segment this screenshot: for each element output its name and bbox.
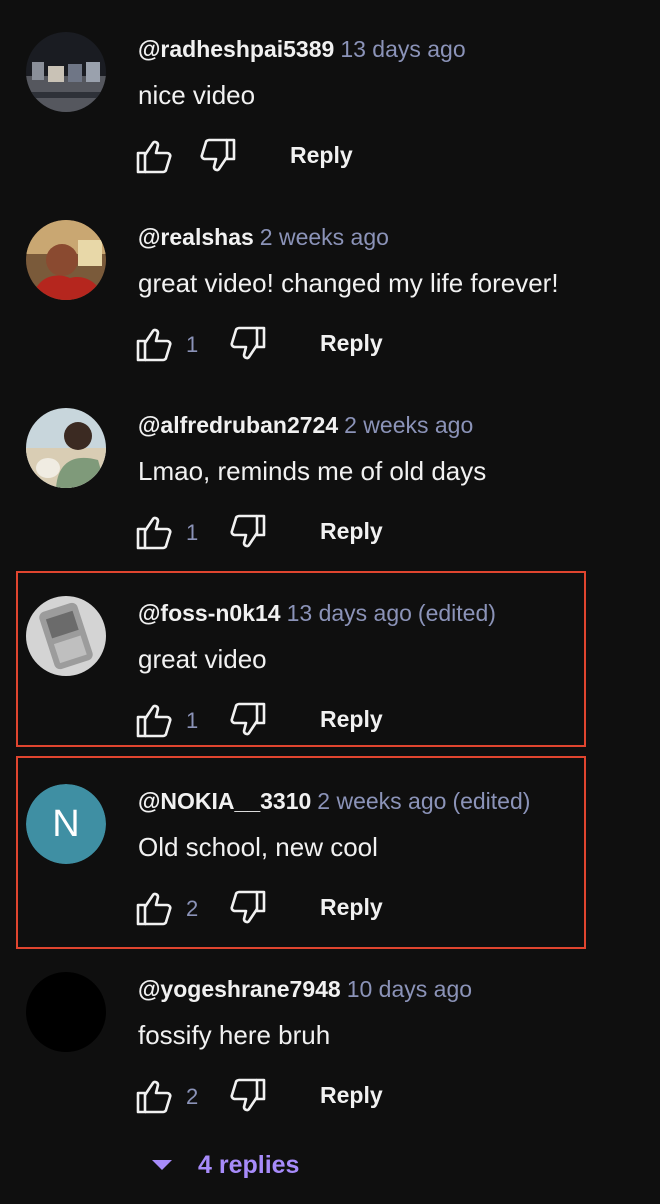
like-button[interactable] <box>134 324 174 364</box>
like-count: 1 <box>186 332 199 357</box>
comment-actions: 1 Reply <box>134 324 614 364</box>
thumbs-up-icon <box>136 140 172 174</box>
comment-actions: 2 Reply <box>134 1076 614 1116</box>
comment-author[interactable]: @realshas <box>138 224 254 250</box>
comment-text: nice video <box>138 80 256 110</box>
highlight-box <box>16 756 586 949</box>
comment-time[interactable]: 2 weeks ago <box>260 224 389 250</box>
comment-text: great video! changed my life forever! <box>138 268 559 298</box>
comment-text: fossify here bruh <box>138 1020 331 1050</box>
comment-item: @yogeshrane7948 10 days ago fossify here … <box>0 940 660 1128</box>
like-button[interactable] <box>134 512 174 552</box>
comment-author[interactable]: @radheshpai5389 <box>138 36 334 62</box>
caret-down-icon <box>152 1160 172 1170</box>
comment-text: Lmao, reminds me of old days <box>138 456 487 486</box>
comment-time[interactable]: 10 days ago <box>347 976 472 1002</box>
avatar[interactable] <box>26 408 106 488</box>
thumbs-down-icon <box>200 138 236 172</box>
thumbs-up-icon <box>136 328 172 362</box>
highlight-box <box>16 571 586 747</box>
comment-time[interactable]: 2 weeks ago <box>344 412 473 438</box>
thumbs-up-icon <box>136 1080 172 1114</box>
comment-author[interactable]: @alfredruban2724 <box>138 412 338 438</box>
dislike-button[interactable] <box>228 324 268 364</box>
thumbs-down-icon <box>230 514 266 548</box>
reply-button[interactable]: Reply <box>320 330 383 357</box>
comment-item: @alfredruban2724 2 weeks ago Lmao, remind… <box>0 376 660 564</box>
like-button[interactable] <box>134 1076 174 1116</box>
reply-button[interactable]: Reply <box>320 1082 383 1109</box>
comment-actions: Reply <box>134 136 614 176</box>
comment-actions: 1 Reply <box>134 512 614 552</box>
thumbs-up-icon <box>136 516 172 550</box>
replies-count-label: 4 replies <box>198 1150 300 1179</box>
dislike-button[interactable] <box>198 136 238 176</box>
avatar[interactable] <box>26 220 106 300</box>
avatar[interactable] <box>26 972 106 1052</box>
like-button[interactable] <box>134 136 174 176</box>
dislike-button[interactable] <box>228 1076 268 1116</box>
replies-toggle[interactable]: 4 replies <box>150 1148 299 1182</box>
thumbs-down-icon <box>230 326 266 360</box>
thumbs-down-icon <box>230 1078 266 1112</box>
comment-time[interactable]: 13 days ago <box>340 36 465 62</box>
like-count: 1 <box>186 520 199 545</box>
avatar[interactable] <box>26 32 106 112</box>
reply-button[interactable]: Reply <box>320 518 383 545</box>
comment-item: @realshas 2 weeks ago great video! change… <box>0 188 660 376</box>
dislike-button[interactable] <box>228 512 268 552</box>
comment-item: @radheshpai5389 13 days ago nice video Re… <box>0 0 660 188</box>
comment-author[interactable]: @yogeshrane7948 <box>138 976 341 1002</box>
reply-button[interactable]: Reply <box>290 142 353 169</box>
like-count: 2 <box>186 1084 199 1109</box>
